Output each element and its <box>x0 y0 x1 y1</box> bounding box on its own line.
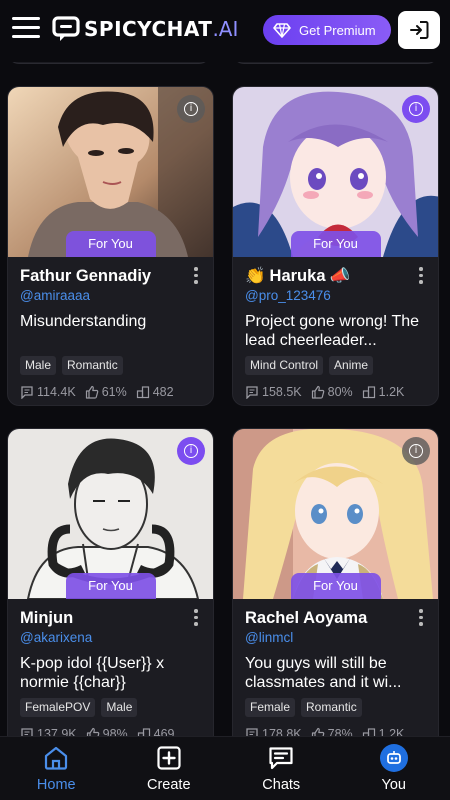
character-name-text: Haruka <box>269 266 326 285</box>
tag[interactable]: Mind Control <box>245 356 324 375</box>
rating-text: 80% <box>327 385 353 399</box>
character-name: Fathur Gennadiy <box>20 265 201 287</box>
character-description: Project gone wrong! The lead cheerleader… <box>245 313 420 349</box>
character-image[interactable]: i For You <box>233 87 438 257</box>
more-options-icon[interactable] <box>193 267 199 285</box>
character-card[interactable]: i For You 👏 Haruka 📣 @pro_123476 Project… <box>232 86 439 406</box>
you-avatar-wrapper <box>379 744 408 772</box>
info-icon: i <box>184 102 198 116</box>
tag[interactable]: Romantic <box>301 698 362 717</box>
message-icon <box>21 386 33 399</box>
nav-home-label: Home <box>36 777 76 793</box>
nav-chats[interactable]: Chats <box>225 737 338 800</box>
for-you-badge: For You <box>290 573 381 599</box>
bot-count: 482 <box>136 385 174 399</box>
message-icon <box>246 386 258 399</box>
more-options-icon[interactable] <box>418 267 424 285</box>
spicychat-logo[interactable]: SPICYCHAT .AI <box>52 16 238 42</box>
hamburger-menu-icon[interactable] <box>12 17 40 41</box>
bot-count-text: 482 <box>152 385 174 399</box>
thumbs-up-icon <box>311 385 324 399</box>
message-count: 114.4K <box>20 385 76 399</box>
login-arrow-icon <box>410 21 429 39</box>
bot-avatar-icon <box>379 744 408 772</box>
info-icon: i <box>409 102 423 116</box>
rating: 61% <box>85 385 127 399</box>
character-stats: 114.4K 61% 482 <box>20 384 201 400</box>
creator-handle[interactable]: @pro_123476 <box>245 288 426 306</box>
get-premium-label: Get Premium <box>299 22 376 38</box>
clap-emoji-icon: 👏 <box>245 266 266 285</box>
creator-handle[interactable]: @amiraaaa <box>20 288 201 306</box>
more-options-icon[interactable] <box>193 609 199 627</box>
character-name-text: Minjun <box>20 608 74 627</box>
info-icon: i <box>184 444 198 458</box>
logo-text: SPICYCHAT <box>84 17 213 41</box>
rating-text: 61% <box>101 385 127 399</box>
tag-list: Male Romantic <box>20 356 201 376</box>
chat-logo-icon <box>52 16 80 42</box>
message-count-text: 114.4K <box>37 385 76 399</box>
thumbs-up-icon <box>85 385 99 399</box>
bot-count-text: 1.2K <box>378 385 405 399</box>
character-card[interactable]: i For You Fathur Gennadiy @amiraaaa Misu… <box>7 86 214 406</box>
logo-suffix: .AI <box>212 17 239 41</box>
info-button[interactable]: i <box>402 95 430 123</box>
character-name: Rachel Aoyama <box>245 607 426 629</box>
tag-list: Female Romantic <box>245 698 426 718</box>
character-name: Minjun <box>20 607 201 629</box>
character-card[interactable]: i For You Minjun @akarixena K-pop idol {… <box>7 428 214 748</box>
for-you-badge: For You <box>290 231 381 257</box>
bottom-navigation: Home Create Chats You <box>0 736 450 800</box>
for-you-badge: For You <box>65 573 156 599</box>
tag[interactable]: Male <box>20 356 57 375</box>
megaphone-emoji-icon: 📣 <box>329 266 351 285</box>
tag[interactable]: Female <box>245 698 296 717</box>
creator-handle[interactable]: @linmcl <box>245 630 426 648</box>
tag-list: FemalePOV Male <box>20 698 201 718</box>
nav-home[interactable]: Home <box>0 737 113 800</box>
character-name-text: Fathur Gennadiy <box>20 266 152 285</box>
character-card[interactable]: i For You Rachel Aoyama @linmcl You guys… <box>232 428 439 748</box>
nav-chats-label: Chats <box>262 777 301 793</box>
bots-icon <box>362 386 375 399</box>
login-button[interactable] <box>398 11 440 49</box>
message-count: 158.5K <box>245 385 302 399</box>
character-name: 👏 Haruka 📣 <box>245 265 426 287</box>
tag[interactable]: Anime <box>329 356 374 375</box>
character-description: K-pop idol {{User}} x normie {{char}} <box>20 655 165 691</box>
rating: 80% <box>311 385 353 399</box>
more-options-icon[interactable] <box>418 609 424 627</box>
character-description: You guys will still be classmates and it… <box>245 655 402 691</box>
character-description: Misunderstanding <box>20 313 147 330</box>
character-name-text: Rachel Aoyama <box>245 608 368 627</box>
nav-you[interactable]: You <box>338 737 450 800</box>
info-button[interactable]: i <box>177 95 205 123</box>
nav-you-label: You <box>381 777 406 793</box>
top-header: SPICYCHAT .AI Get Premium <box>0 0 450 62</box>
plus-square-icon <box>155 744 183 772</box>
info-button[interactable]: i <box>402 437 430 465</box>
info-icon: i <box>409 444 423 458</box>
info-button[interactable]: i <box>177 437 205 465</box>
tag-list: Mind Control Anime <box>245 356 426 376</box>
home-icon <box>42 744 70 772</box>
character-image[interactable]: i For You <box>8 87 213 257</box>
bot-count: 1.2K <box>362 385 405 399</box>
chat-bubble-icon <box>267 744 295 772</box>
tag[interactable]: Romantic <box>62 356 123 375</box>
character-stats: 158.5K 80% 1.2K <box>245 384 426 400</box>
message-count-text: 158.5K <box>262 385 302 399</box>
for-you-badge: For You <box>65 231 156 257</box>
tag[interactable]: FemalePOV <box>20 698 96 717</box>
diamond-icon <box>273 23 291 38</box>
nav-create[interactable]: Create <box>113 737 226 800</box>
bots-icon <box>136 386 149 399</box>
get-premium-button[interactable]: Get Premium <box>263 15 391 45</box>
creator-handle[interactable]: @akarixena <box>20 630 201 648</box>
character-image[interactable]: i For You <box>233 429 438 599</box>
tag[interactable]: Male <box>101 698 138 717</box>
character-image[interactable]: i For You <box>8 429 213 599</box>
nav-create-label: Create <box>146 777 191 793</box>
